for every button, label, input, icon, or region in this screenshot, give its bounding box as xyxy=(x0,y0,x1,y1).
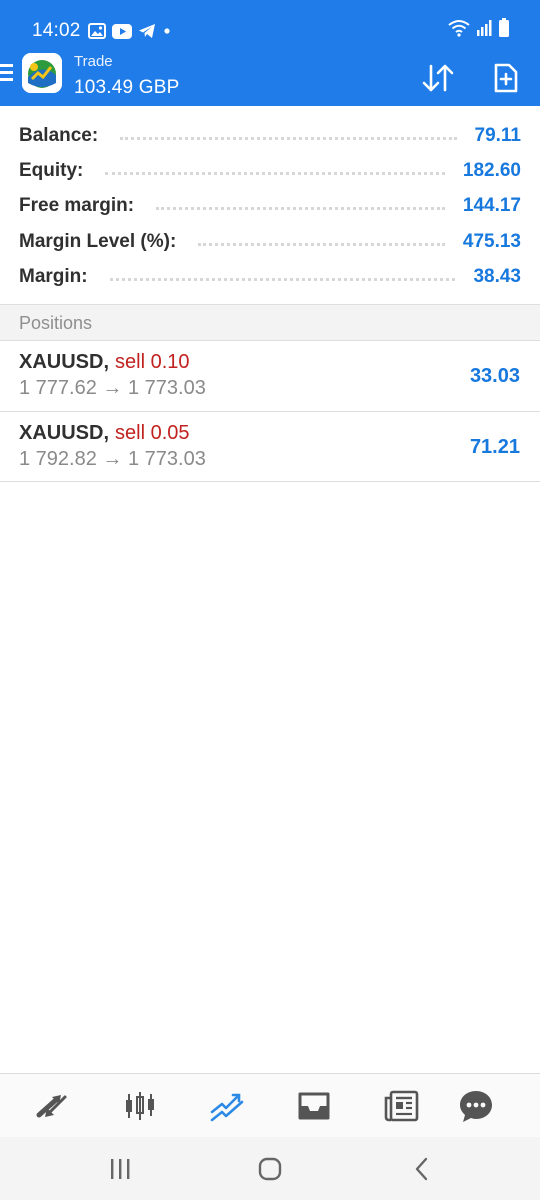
bottom-nav xyxy=(0,1073,540,1137)
position-side: sell 0.10 xyxy=(115,351,190,373)
news-icon xyxy=(384,1090,419,1122)
battery-icon xyxy=(499,18,509,37)
system-nav-bar xyxy=(0,1137,540,1200)
position-symbol: XAUUSD, xyxy=(19,421,110,444)
dotted-leader xyxy=(156,207,445,211)
back-button[interactable] xyxy=(402,1155,442,1183)
free-margin-value: 144.17 xyxy=(462,195,521,217)
nav-news[interactable] xyxy=(379,1086,423,1126)
nav-chart[interactable] xyxy=(118,1086,162,1126)
margin-level-value: 475.13 xyxy=(462,230,521,252)
position-row[interactable]: XAUUSD, sell 0.05 1 792.82 → 1 773.03 71… xyxy=(0,412,540,482)
sort-icon xyxy=(422,64,454,92)
youtube-icon xyxy=(112,23,132,39)
chart-icon xyxy=(126,1092,154,1120)
margin-row: Margin: 38.43 xyxy=(0,259,540,294)
new-order-icon xyxy=(494,63,518,93)
equity-row: Equity: 182.60 xyxy=(0,153,540,188)
nav-trade[interactable] xyxy=(205,1086,249,1126)
position-symbol: XAUUSD, xyxy=(19,351,110,373)
nav-quotes[interactable] xyxy=(31,1086,75,1126)
positions-list: XAUUSD, sell 0.10 1 777.62 → 1 773.03 33… xyxy=(0,341,540,482)
signal-icon xyxy=(477,20,492,36)
notification-icons xyxy=(88,20,172,42)
system-icons xyxy=(448,18,510,38)
new-order-button[interactable] xyxy=(486,58,526,98)
balance-value: 79.11 xyxy=(474,124,522,146)
equity-label: Equity: xyxy=(19,159,84,181)
balance-row: Balance: 79.11 xyxy=(0,118,540,153)
dotted-leader xyxy=(109,277,456,281)
home-icon xyxy=(258,1157,282,1181)
position-side: sell 0.05 xyxy=(115,421,190,444)
sort-button[interactable] xyxy=(418,58,458,98)
trade-icon xyxy=(210,1093,244,1122)
account-summary: Balance: 79.11 Equity: 182.60 Free margi… xyxy=(0,118,540,294)
back-icon xyxy=(415,1157,428,1181)
margin-level-label: Margin Level (%): xyxy=(19,230,177,252)
position-row[interactable]: XAUUSD, sell 0.10 1 777.62 → 1 773.03 33… xyxy=(0,341,540,412)
equity-value: 182.60 xyxy=(462,159,521,181)
gallery-icon xyxy=(88,23,106,39)
home-button[interactable] xyxy=(250,1155,290,1183)
nav-history[interactable] xyxy=(292,1086,336,1126)
dotted-leader xyxy=(120,136,457,140)
history-icon xyxy=(298,1092,330,1120)
free-margin-row: Free margin: 144.17 xyxy=(0,189,540,224)
screen-title: Trade xyxy=(74,53,113,70)
account-value: 103.49 GBP xyxy=(74,77,180,98)
recents-button[interactable] xyxy=(100,1155,140,1183)
status-time: 14:02 xyxy=(32,20,81,41)
status-bar: 14:02 xyxy=(0,0,540,52)
wifi-icon xyxy=(448,20,470,37)
top-bar: 14:02 Trade 103.49 GBP xyxy=(0,0,540,106)
margin-label: Margin: xyxy=(19,265,88,287)
dotted-leader xyxy=(198,242,445,246)
recents-icon xyxy=(111,1159,130,1179)
quotes-icon xyxy=(36,1095,67,1118)
positions-header-label: Positions xyxy=(19,313,93,333)
menu-icon[interactable] xyxy=(0,64,14,82)
balance-label: Balance: xyxy=(19,124,99,146)
app-logo xyxy=(22,53,62,93)
position-prices: 1 777.62 → 1 773.03 xyxy=(19,377,206,399)
messages-icon xyxy=(460,1091,492,1122)
positions-header: Positions xyxy=(0,304,540,341)
margin-level-row: Margin Level (%): 475.13 xyxy=(0,224,540,259)
free-margin-label: Free margin: xyxy=(19,195,135,217)
margin-value: 38.43 xyxy=(473,265,521,287)
dotted-leader xyxy=(105,171,445,175)
telegram-icon xyxy=(139,24,155,38)
position-profit: 33.03 xyxy=(469,365,520,387)
dot-icon xyxy=(164,28,170,34)
position-prices: 1 792.82 → 1 773.03 xyxy=(19,447,206,470)
nav-messages[interactable] xyxy=(454,1086,498,1126)
position-profit: 71.21 xyxy=(469,435,520,458)
